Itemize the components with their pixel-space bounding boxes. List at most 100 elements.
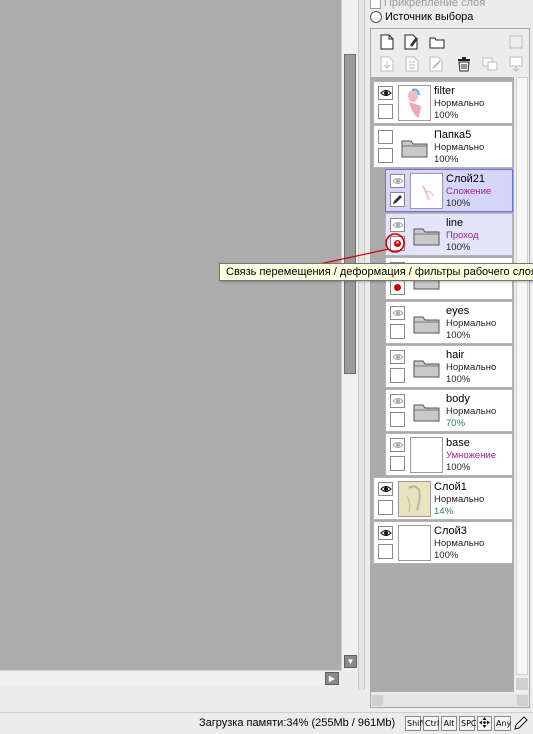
layer-sub-toggle[interactable] (390, 412, 405, 427)
clip-layer-option[interactable]: Прикрепление слоя (370, 0, 485, 10)
layer-name: Папка5 (434, 129, 472, 141)
new-layer-icon[interactable] (378, 33, 396, 51)
layer-opacity: 100% (446, 462, 471, 473)
layer-list-hscrollbar[interactable] (371, 694, 529, 707)
layer-name: line (446, 217, 464, 229)
layer-opacity: 100% (446, 330, 471, 341)
layer-list-scroll-thumb[interactable] (516, 77, 528, 675)
eye-icon (391, 398, 404, 404)
layer-list-frame: filter Нормально 100% Папка5 Нормально 1… (370, 28, 530, 708)
folder-icon[interactable] (413, 314, 441, 337)
visibility-toggle[interactable] (390, 306, 405, 320)
transfer-down-icon[interactable] (378, 55, 396, 73)
layer-sub-toggle[interactable] (390, 456, 405, 471)
merge-visible-icon[interactable] (481, 55, 499, 73)
layer-row[interactable]: line Проход 100% (385, 213, 513, 256)
eye-icon (391, 354, 404, 360)
clear-layer-icon[interactable] (428, 55, 446, 73)
visibility-toggle[interactable] (390, 394, 405, 408)
layer-row[interactable]: Папка5 Нормально 100% (373, 125, 513, 168)
visibility-toggle[interactable] (378, 482, 393, 496)
visibility-toggle[interactable] (378, 526, 393, 540)
layer-thumbnail (398, 85, 431, 121)
layer-row[interactable]: Слой1 Нормально 14% (373, 477, 513, 520)
eye-icon (391, 310, 404, 316)
layer-thumbnail (410, 173, 443, 209)
shift-key-indicator: Shift (405, 716, 425, 731)
layer-sub-toggle[interactable] (390, 324, 405, 339)
scroll-right-arrow-icon[interactable] (517, 695, 528, 706)
any-key-indicator: Any (494, 716, 511, 731)
pen-icon (393, 195, 402, 204)
visibility-toggle[interactable] (390, 174, 405, 188)
layer-link-toggle[interactable] (390, 236, 405, 251)
layer-name: base (446, 437, 470, 449)
clip-layer-checkbox[interactable] (370, 0, 381, 9)
layer-opacity: 100% (434, 110, 459, 121)
clip-layer-label: Прикрепление слоя (384, 0, 486, 9)
disabled-icon (507, 33, 525, 51)
folder-icon[interactable] (401, 138, 429, 161)
layer-blend-mode: Нормально (446, 406, 497, 417)
eye-icon (379, 90, 392, 96)
layer-row[interactable]: Слой3 Нормально 100% (373, 521, 513, 564)
scroll-left-arrow-icon[interactable] (372, 695, 383, 706)
layer-thumbnail (398, 481, 431, 517)
visibility-toggle[interactable] (378, 130, 393, 144)
eye-icon (391, 178, 404, 184)
panel-splitter[interactable] (358, 0, 365, 690)
new-linework-layer-icon[interactable] (403, 33, 421, 51)
canvas-vertical-scrollbar[interactable]: ▼ (341, 0, 358, 670)
layer-sub-toggle[interactable] (378, 500, 393, 515)
selection-source-label: Источник выбора (385, 11, 474, 23)
layer-thumbnail (398, 525, 431, 561)
visibility-toggle[interactable] (390, 218, 405, 232)
layer-sub-toggle[interactable] (378, 148, 393, 163)
layer-sub-toggle[interactable] (378, 544, 393, 559)
pen-icon[interactable] (514, 716, 530, 731)
layer-blend-mode: Нормально (434, 142, 485, 153)
layer-row[interactable]: filter Нормально 100% (373, 81, 513, 124)
eye-icon (391, 442, 404, 448)
visibility-toggle[interactable] (378, 86, 393, 100)
layer-opacity: 100% (434, 154, 459, 165)
scroll-down-arrow-icon[interactable] (516, 678, 528, 690)
layer-blend-mode: Нормально (434, 494, 485, 505)
delete-layer-icon[interactable] (455, 55, 473, 73)
layer-row-selected[interactable]: Слой21 Сложение 100% (385, 169, 513, 212)
canvas-vertical-scroll-thumb[interactable] (344, 54, 356, 374)
folder-icon[interactable] (413, 358, 441, 381)
scroll-right-arrow-icon[interactable]: ▶ (325, 672, 339, 685)
layer-row[interactable]: base Умножение 100% (385, 433, 513, 476)
space-key-indicator: SPC (459, 716, 477, 731)
layer-name: filter (434, 85, 455, 97)
layer-list-scrollbar[interactable] (515, 77, 529, 692)
layer-blend-mode: Нормально (446, 362, 497, 373)
merge-down-icon[interactable] (403, 55, 421, 73)
new-folder-icon[interactable] (428, 33, 446, 51)
layer-list[interactable]: filter Нормально 100% Папка5 Нормально 1… (371, 77, 514, 692)
layer-sub-toggle[interactable] (378, 104, 393, 119)
layer-link-toggle[interactable] (390, 280, 405, 295)
layer-name: Слой21 (446, 173, 485, 185)
layer-blend-mode: Нормально (434, 538, 485, 549)
selection-source-radio[interactable] (370, 11, 382, 23)
eye-icon (379, 486, 392, 492)
navigator-icon[interactable] (477, 716, 492, 731)
visibility-toggle[interactable] (390, 350, 405, 364)
folder-icon[interactable] (413, 226, 441, 249)
merge-all-icon[interactable] (507, 55, 525, 73)
layer-sub-toggle[interactable] (390, 368, 405, 383)
folder-icon[interactable] (413, 402, 441, 425)
layer-row[interactable]: hair Нормально 100% (385, 345, 513, 388)
layer-row[interactable]: body Нормально 70% (385, 389, 513, 432)
layer-sub-toggle[interactable] (390, 192, 405, 207)
selection-source-option[interactable]: Источник выбора (370, 10, 473, 24)
canvas-area[interactable] (0, 0, 341, 686)
layer-row[interactable]: eyes Нормально 100% (385, 301, 513, 344)
scroll-down-arrow-icon[interactable]: ▼ (344, 655, 357, 668)
eye-icon (391, 222, 404, 228)
memory-usage: Загрузка памяти:34% (255Mb / 961Mb) (199, 717, 396, 729)
canvas-horizontal-scrollbar[interactable]: ▶ (0, 670, 341, 686)
visibility-toggle[interactable] (390, 438, 405, 452)
